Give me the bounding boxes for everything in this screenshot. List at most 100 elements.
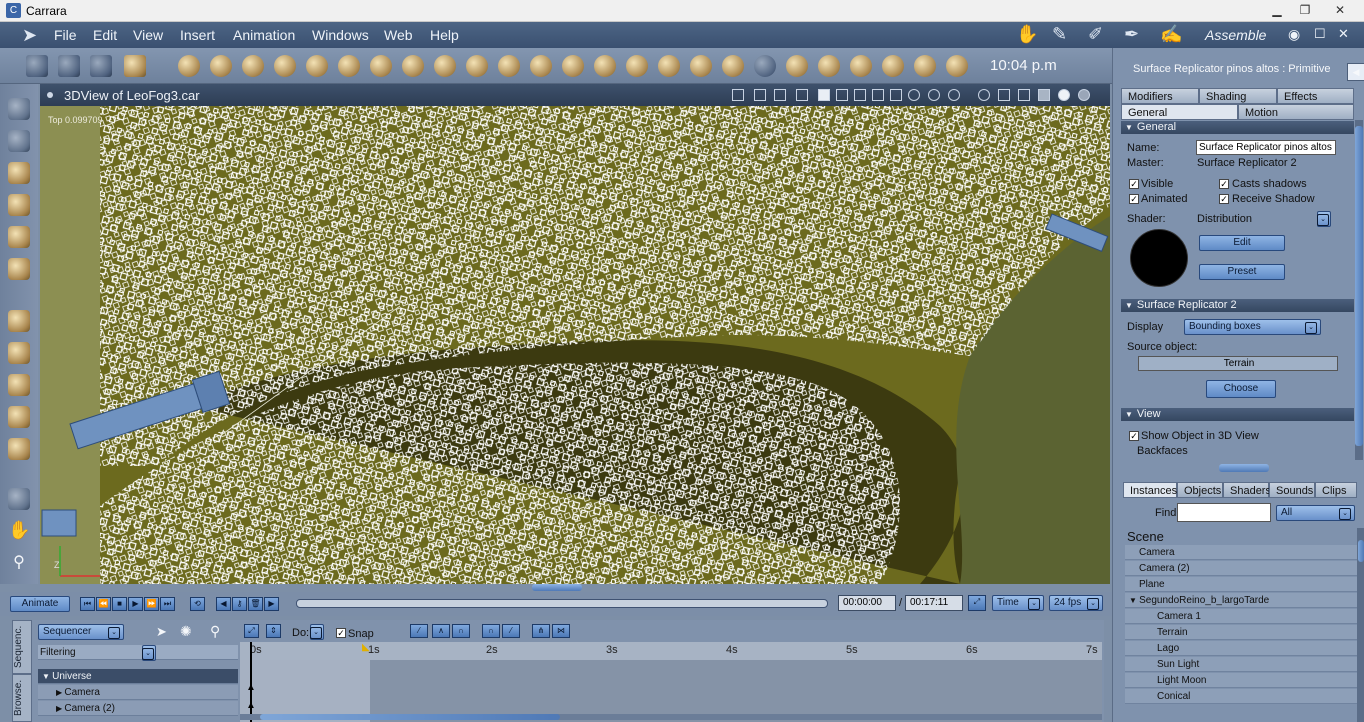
- close-room-icon[interactable]: ✕: [1338, 26, 1349, 42]
- tree-item[interactable]: Conical: [1125, 689, 1357, 704]
- timeline[interactable]: 0s 1s 2s 3s 4s 5s 6s 7s ▲ ▲ ◣: [240, 642, 1102, 722]
- casts-shadows-checkbox[interactable]: ✓: [1219, 179, 1229, 189]
- tree-item[interactable]: Light Moon: [1125, 673, 1357, 688]
- sequencer-tree-item[interactable]: ▶ Camera (2): [38, 701, 238, 716]
- end-marker-icon[interactable]: ◣: [362, 642, 370, 653]
- sphere-render-icon[interactable]: [1078, 89, 1090, 101]
- layout-three-icon[interactable]: [854, 89, 866, 101]
- direct-select-icon[interactable]: [8, 130, 30, 152]
- panel-collapse-icon[interactable]: ◀: [1347, 63, 1364, 81]
- insert-figure-icon[interactable]: [850, 55, 872, 77]
- menu-edit[interactable]: Edit: [93, 27, 117, 43]
- insert-replicator-icon[interactable]: [530, 55, 552, 77]
- sphere-preview-icon[interactable]: [1058, 89, 1070, 101]
- sequencer-tree-item[interactable]: ▶ Camera: [38, 685, 238, 700]
- panel-split-handle[interactable]: [1219, 464, 1269, 472]
- display-dropdown[interactable]: Bounding boxes ⌄: [1184, 319, 1321, 335]
- tab-effects[interactable]: Effects: [1277, 88, 1354, 104]
- move-vertical-icon[interactable]: [8, 310, 30, 332]
- go-end-icon[interactable]: ⏭: [160, 597, 175, 611]
- insert-rock-icon[interactable]: [786, 55, 808, 77]
- camera-select-icon[interactable]: [774, 89, 786, 101]
- end-time-field[interactable]: 00:17:11: [905, 595, 963, 611]
- tree-item[interactable]: Camera 1: [1125, 609, 1357, 624]
- properties-scroll-thumb[interactable]: [1355, 126, 1363, 446]
- insert-metaball-icon[interactable]: [274, 55, 296, 77]
- room-hand-icon[interactable]: ✋: [1016, 24, 1038, 45]
- insert-target-icon[interactable]: [914, 55, 936, 77]
- tree-item[interactable]: Lago: [1125, 641, 1357, 656]
- link-tool-icon[interactable]: [8, 258, 30, 280]
- insert-sphere-icon[interactable]: [178, 55, 200, 77]
- ungroup-keys-icon[interactable]: ⋈: [552, 624, 570, 638]
- snap-checkbox[interactable]: ✓: [336, 628, 346, 638]
- zoom-tool-icon[interactable]: ⚲: [210, 623, 220, 640]
- tree-item[interactable]: Plane: [1125, 577, 1357, 592]
- box-outline-icon[interactable]: [1018, 89, 1030, 101]
- light-tool-icon[interactable]: ✺: [180, 623, 192, 640]
- move-horizontal-icon[interactable]: [8, 374, 30, 396]
- link-tool-icon[interactable]: [90, 55, 112, 77]
- loop-icon[interactable]: ⟲: [190, 597, 205, 611]
- paint-tool-icon[interactable]: [124, 55, 146, 77]
- room-render-icon[interactable]: ✍: [1160, 24, 1182, 45]
- tab-instances[interactable]: Instances: [1123, 482, 1177, 498]
- insert-particles-icon[interactable]: [370, 55, 392, 77]
- menu-web[interactable]: Web: [384, 27, 413, 43]
- insert-bowl-icon[interactable]: [722, 55, 744, 77]
- play-icon[interactable]: ▶: [128, 597, 143, 611]
- tree-item[interactable]: ▼ SegundoReino_b_largoTarde: [1125, 593, 1357, 608]
- filtering-dropdown[interactable]: ⌄: [142, 645, 156, 661]
- insert-cloud-icon[interactable]: [466, 55, 488, 77]
- tween-out-icon[interactable]: ⁄: [502, 624, 520, 638]
- camera-object-bottom[interactable]: [41, 509, 77, 537]
- do-dropdown[interactable]: ⌄: [310, 624, 324, 640]
- insert-group-icon[interactable]: [882, 55, 904, 77]
- name-input[interactable]: Surface Replicator pinos altos: [1196, 140, 1336, 155]
- room-model-icon[interactable]: ✎: [1052, 24, 1067, 45]
- layout-two-icon[interactable]: [836, 89, 848, 101]
- fit-timeline-icon[interactable]: ⤢: [968, 595, 986, 611]
- restore-room-icon[interactable]: ☐: [1314, 26, 1326, 42]
- keyframe-icon[interactable]: ▲: [246, 700, 256, 711]
- expand-triangle-icon[interactable]: ▼: [1129, 596, 1139, 605]
- tab-clips[interactable]: Clips: [1315, 482, 1357, 498]
- insert-vertex-icon[interactable]: [210, 55, 232, 77]
- insert-ocean-icon[interactable]: [754, 55, 776, 77]
- move-planar-icon[interactable]: [8, 342, 30, 364]
- close-button[interactable]: ✕: [1327, 1, 1353, 19]
- tab-modifiers[interactable]: Modifiers: [1121, 88, 1199, 104]
- layout-grid-icon[interactable]: [890, 89, 902, 101]
- shader-preset-button[interactable]: Preset: [1199, 264, 1285, 280]
- menu-windows[interactable]: Windows: [312, 27, 369, 43]
- shader-edit-button[interactable]: Edit: [1199, 235, 1285, 251]
- fit-vertical-icon[interactable]: ⇕: [266, 624, 281, 638]
- add-key-icon[interactable]: ⚷: [232, 597, 247, 611]
- collapse-triangle-icon[interactable]: ▼: [42, 672, 52, 681]
- rewind-icon[interactable]: ⏪: [96, 597, 111, 611]
- select-arrow-icon[interactable]: [8, 98, 30, 120]
- menu-insert[interactable]: Insert: [180, 27, 215, 43]
- shader-preview-sphere[interactable]: [1130, 229, 1188, 287]
- fit-horizontal-icon[interactable]: ⤢: [244, 624, 259, 638]
- flat-shield-icon[interactable]: [948, 89, 960, 101]
- direction-icon[interactable]: [978, 89, 990, 101]
- insert-agr-icon[interactable]: [594, 55, 616, 77]
- insert-hair-icon[interactable]: [946, 55, 968, 77]
- camera-icon[interactable]: [8, 488, 30, 510]
- tree-item[interactable]: Terrain: [1125, 625, 1357, 640]
- layout-four-icon[interactable]: [872, 89, 884, 101]
- keyframe-icon[interactable]: ▲: [246, 682, 256, 693]
- next-key-icon[interactable]: ▶: [264, 597, 279, 611]
- tween-ease-icon[interactable]: ∧: [432, 624, 450, 638]
- maximize-button[interactable]: ❐: [1292, 1, 1318, 19]
- pan-hand-icon[interactable]: ✋: [8, 520, 30, 542]
- insert-plant-icon[interactable]: [434, 55, 456, 77]
- insert-house-icon[interactable]: [658, 55, 680, 77]
- insert-torus-icon[interactable]: [306, 55, 328, 77]
- light-icon[interactable]: [732, 89, 744, 101]
- fast-forward-icon[interactable]: ⏩: [144, 597, 159, 611]
- grab-tool-icon[interactable]: [58, 55, 80, 77]
- room-storyboard-icon[interactable]: ✐: [1088, 24, 1103, 45]
- tree-scrollbar[interactable]: [1357, 528, 1364, 722]
